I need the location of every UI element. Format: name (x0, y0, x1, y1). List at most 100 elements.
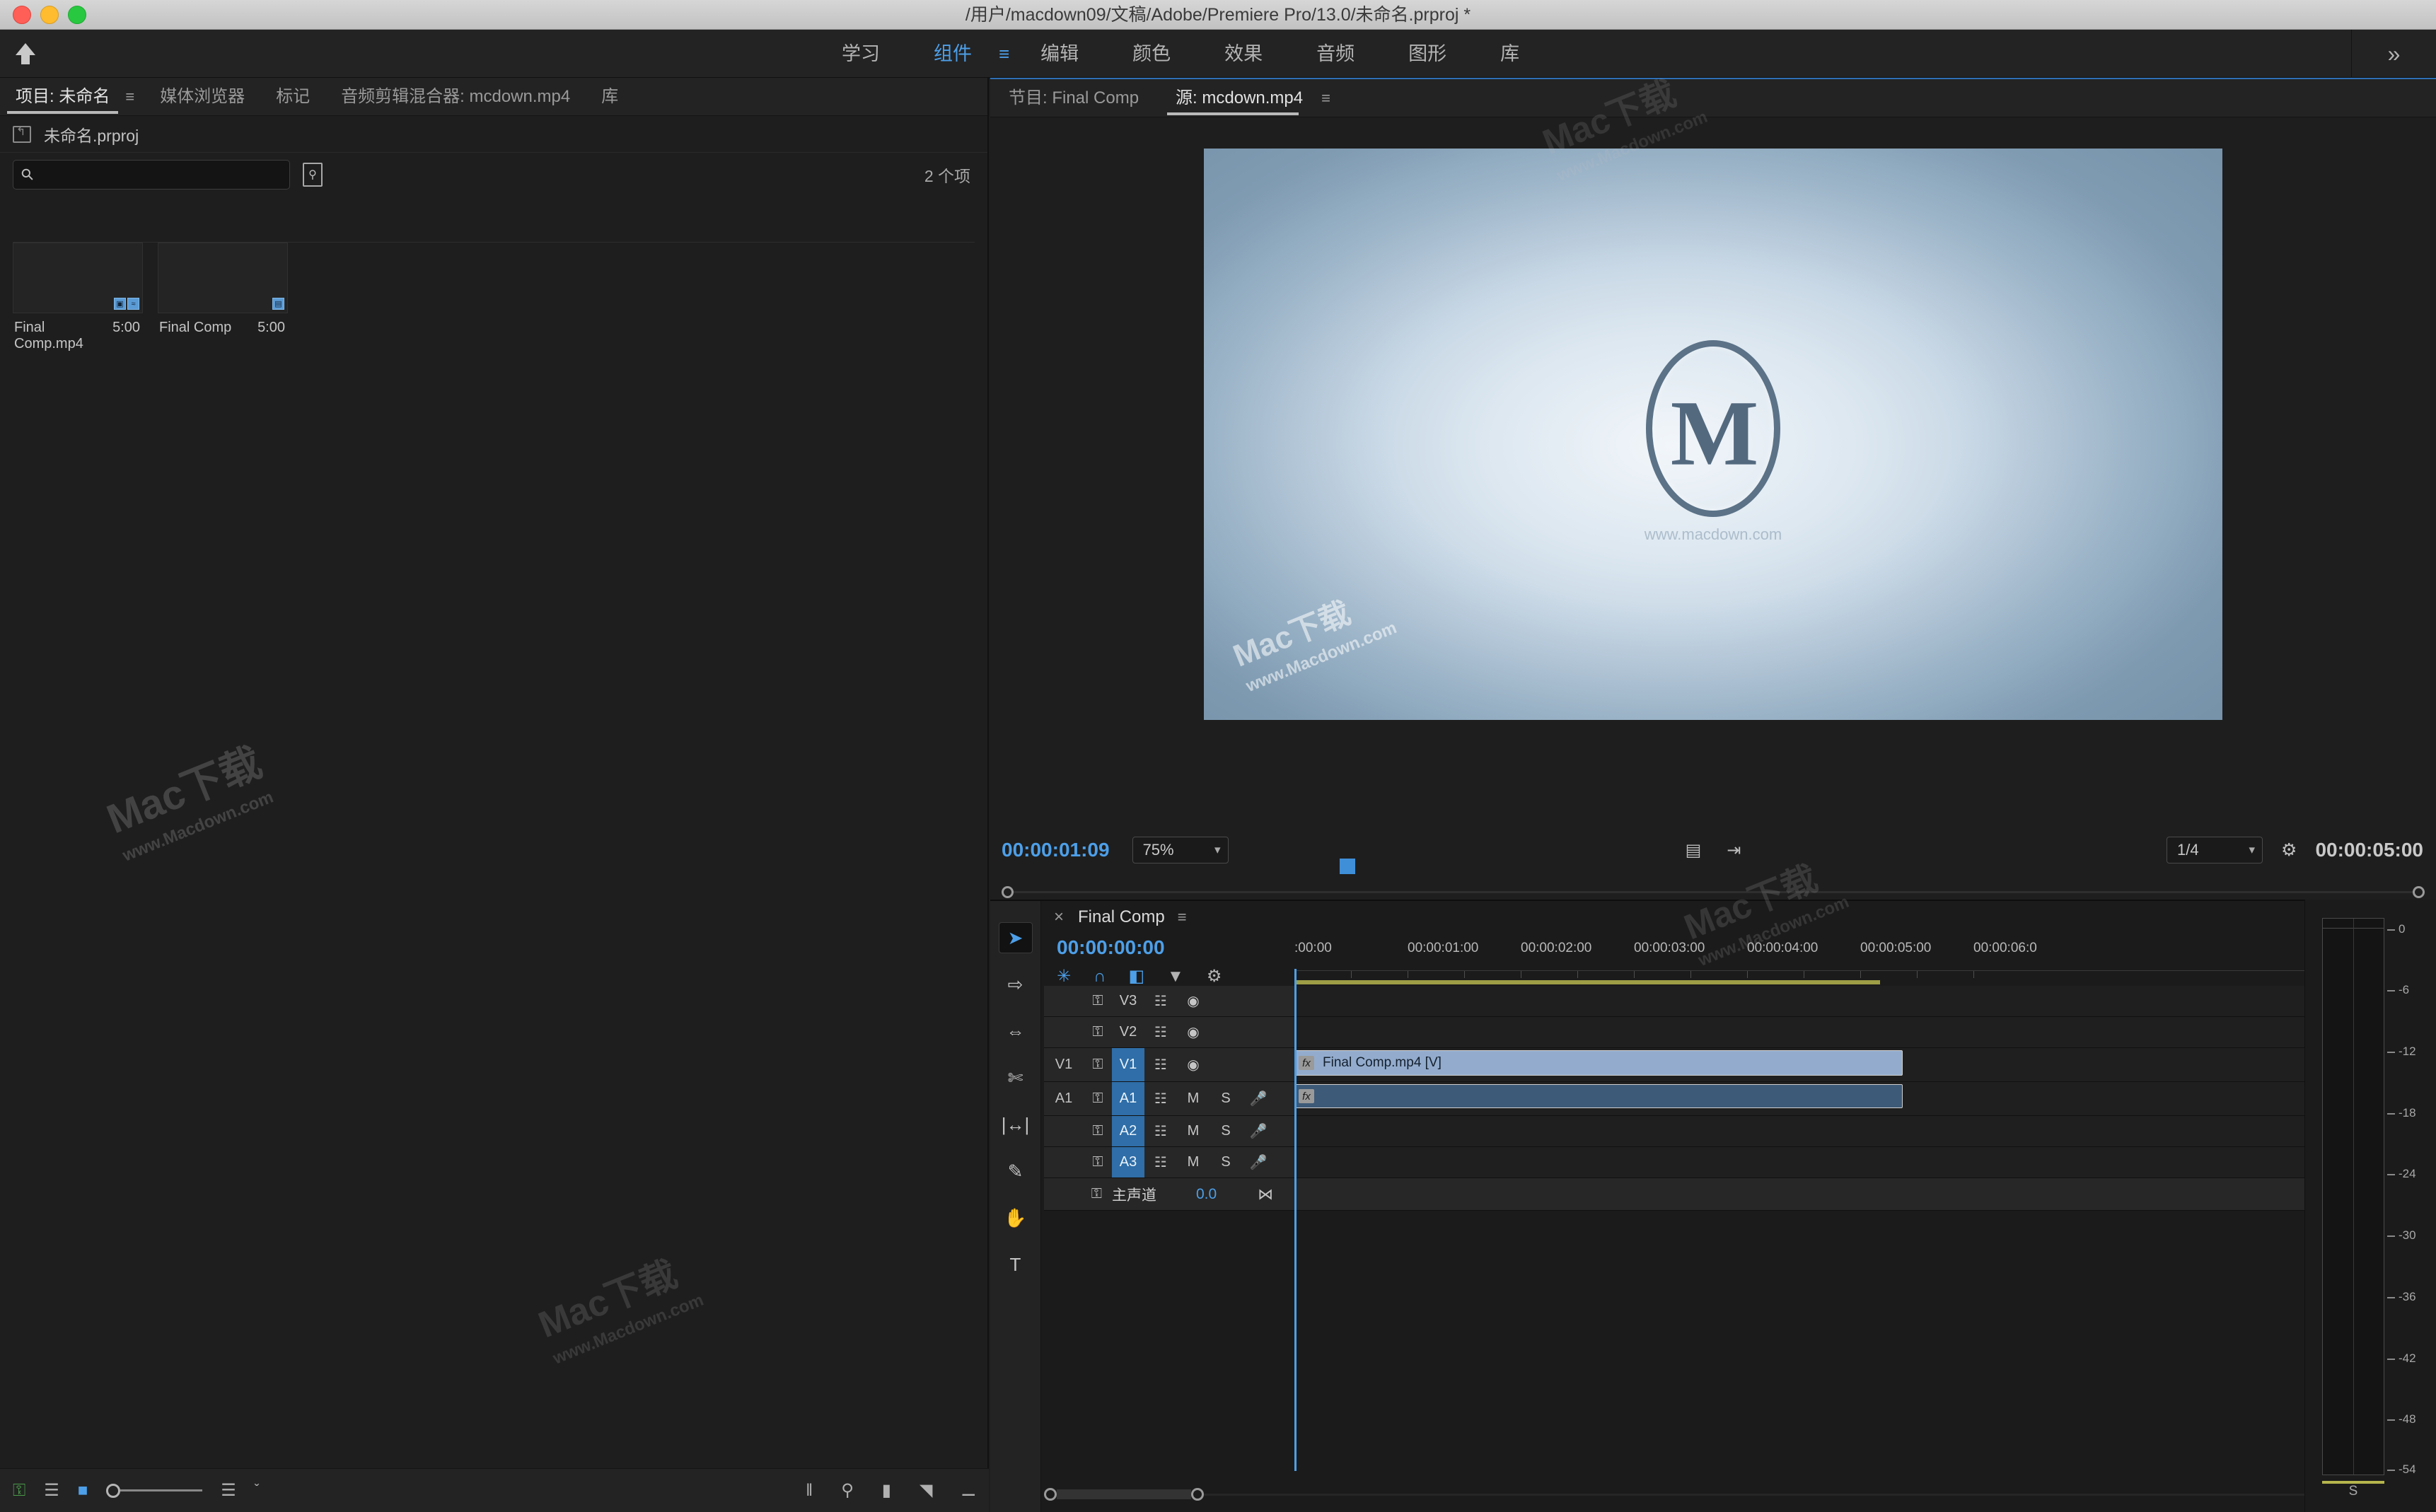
freeform-view-icon[interactable]: ‖ (806, 1481, 813, 1501)
selection-tool[interactable]: ➤ (998, 922, 1033, 953)
hand-tool[interactable]: ✋ (999, 1202, 1033, 1233)
monitor-panel-menu-icon[interactable]: ≡ (1321, 89, 1340, 107)
fast-forward-icon[interactable]: ⇥ (1727, 840, 1741, 861)
track-visibility-icon[interactable]: ◉ (1177, 1056, 1210, 1074)
find-icon[interactable]: ⚲ (303, 163, 323, 187)
track-lane-v1[interactable]: fx Final Comp.mp4 [V] (1294, 1048, 2304, 1081)
tab-project[interactable]: 项目: 未命名 (0, 78, 125, 116)
sync-lock-icon[interactable]: ☷ (1144, 1056, 1177, 1074)
track-name-v2[interactable]: V2 (1112, 1017, 1144, 1047)
track-name-v3[interactable]: V3 (1112, 986, 1144, 1016)
pan-icon[interactable]: ⋈ (1258, 1185, 1273, 1204)
more-workspaces-icon[interactable]: » (2351, 30, 2436, 78)
track-select-forward-tool[interactable]: ⇨ (999, 969, 1033, 1000)
mute-button-a3[interactable]: M (1177, 1154, 1210, 1170)
tab-program-monitor[interactable]: 节目: Final Comp (990, 79, 1157, 117)
track-visibility-icon[interactable]: ◉ (1177, 992, 1210, 1010)
microphone-icon[interactable]: 🎤 (1242, 1122, 1275, 1140)
resolution-select[interactable]: 1/4 ▾ (2167, 837, 2263, 863)
search-input[interactable] (39, 166, 273, 183)
scrollbar-left-handle[interactable] (1002, 885, 1014, 898)
type-tool[interactable]: T (999, 1249, 1033, 1280)
monitor-scrub-ruler[interactable] (990, 859, 2436, 878)
track-lane-v2[interactable] (1294, 1017, 2304, 1047)
new-bin-icon[interactable]: ▮ (882, 1480, 891, 1501)
zoom-slider-track[interactable] (120, 1489, 203, 1491)
lock-icon[interactable]: ⚿ (1084, 1057, 1112, 1073)
sync-lock-icon[interactable]: ☷ (1144, 992, 1177, 1010)
workspace-item-audio[interactable]: 音频 (1289, 30, 1381, 78)
timeline-scroll-track[interactable] (1204, 1493, 2304, 1496)
sort-icon[interactable]: ☰ (221, 1480, 236, 1501)
microphone-icon[interactable]: 🎤 (1242, 1090, 1275, 1107)
home-button[interactable] (0, 30, 51, 78)
mute-button-a1[interactable]: M (1177, 1091, 1210, 1107)
zoom-level-select[interactable]: 75% ▾ (1132, 837, 1229, 863)
solo-button-a3[interactable]: S (1210, 1154, 1242, 1170)
find-icon[interactable]: ⚲ (841, 1480, 854, 1501)
lock-icon[interactable]: ⚿ (1044, 1186, 1112, 1202)
workspace-item-learn[interactable]: 学习 (815, 30, 907, 78)
scrollbar-right-handle[interactable] (2413, 885, 2425, 898)
timeline-scroll-right-handle[interactable] (1191, 1488, 1204, 1501)
track-name-a1[interactable]: A1 (1112, 1082, 1144, 1115)
close-icon[interactable]: × (1054, 907, 1064, 927)
thumbnail-zoom-slider[interactable] (106, 1483, 203, 1498)
pen-tool[interactable]: ✎ (999, 1156, 1033, 1187)
track-name-a3[interactable]: A3 (1112, 1147, 1144, 1177)
tab-audio-clip-mixer[interactable]: 音频剪辑混合器: mcdown.mp4 (325, 78, 586, 116)
master-track-row[interactable]: ⚿ 主声道 0.0 ⋈ (1044, 1178, 2304, 1211)
list-item[interactable]: ▤ Final Comp 5:00 (158, 243, 288, 352)
work-area-bar[interactable] (1294, 980, 1880, 984)
tab-media-browser[interactable]: 媒体浏览器 (144, 78, 260, 116)
timeline-settings-icon[interactable]: ⚙ (1207, 966, 1222, 987)
timeline-clip-video[interactable]: fx Final Comp.mp4 [V] (1294, 1050, 1903, 1076)
insert-overwrite-icon[interactable]: ✳ (1057, 966, 1071, 987)
track-row[interactable]: ⚿ V3 ☷ ◉ (1044, 986, 2304, 1017)
playhead-timecode[interactable]: 00:00:01:09 (1002, 839, 1110, 861)
microphone-icon[interactable]: 🎤 (1242, 1153, 1275, 1171)
project-panel-menu-icon[interactable]: ≡ (125, 88, 144, 106)
razor-tool[interactable]: ✄ (999, 1062, 1033, 1093)
lock-icon[interactable]: ⚿ (1084, 1091, 1112, 1107)
project-items-area[interactable]: ▣ ≈ Final Comp.mp4 5:00 ▤ Final Comp 5:0… (13, 242, 975, 1444)
solo-button-a1[interactable]: S (1210, 1091, 1242, 1107)
playhead-marker[interactable] (1340, 859, 1355, 874)
sync-lock-icon[interactable]: ☷ (1144, 1153, 1177, 1171)
timeline-scroll-thumb[interactable] (1057, 1489, 1191, 1499)
sequence-name[interactable]: Final Comp (1078, 907, 1165, 927)
track-lane-a3[interactable] (1294, 1147, 2304, 1177)
search-box[interactable]: ⚲ (13, 160, 290, 190)
lock-icon[interactable]: ⚿ (1084, 1123, 1112, 1139)
track-lane-a2[interactable] (1294, 1116, 2304, 1146)
settings-wrench-icon[interactable]: ⚙ (2281, 839, 2297, 861)
workspace-item-graphics[interactable]: 图形 (1381, 30, 1473, 78)
marker-icon[interactable]: ▼ (1167, 967, 1184, 987)
list-item[interactable]: ▣ ≈ Final Comp.mp4 5:00 (13, 243, 143, 352)
tab-markers[interactable]: 标记 (260, 78, 325, 116)
track-row[interactable]: ⚿ A2 ☷ M S 🎤 (1044, 1116, 2304, 1147)
sort-chevron-icon[interactable]: ˇ (255, 1482, 260, 1499)
master-volume-value[interactable]: 0.0 (1196, 1186, 1217, 1203)
workspace-item-editing[interactable]: 编辑 (1014, 30, 1106, 78)
timeline-timecode[interactable]: 00:00:00:00 (1057, 936, 1165, 959)
scrollbar-track[interactable] (1014, 890, 2413, 893)
timeline-panel-menu-icon[interactable]: ≡ (1178, 908, 1187, 926)
ripple-edit-tool[interactable]: ⇔ (999, 1016, 1033, 1047)
export-frame-settings-icon[interactable]: ▤ (1686, 840, 1702, 861)
zoom-slider-knob[interactable] (106, 1483, 121, 1498)
snap-magnet-icon[interactable]: ∩ (1094, 967, 1106, 987)
workspace-menu-icon[interactable]: ≡ (999, 30, 1014, 78)
sync-lock-icon[interactable]: ☷ (1144, 1090, 1177, 1107)
audio-meter-bars[interactable] (2322, 918, 2384, 1475)
lock-icon[interactable]: ⚿ (1084, 993, 1112, 1009)
slip-tool[interactable]: |↔| (999, 1109, 1033, 1140)
timeline-scroll-left-handle[interactable] (1044, 1488, 1057, 1501)
lock-icon[interactable]: ⚿ (13, 1481, 25, 1501)
icon-view-icon[interactable]: ■ (78, 1481, 88, 1501)
track-name-a2[interactable]: A2 (1112, 1116, 1144, 1146)
delete-icon[interactable]: ⚊ (961, 1480, 976, 1501)
track-visibility-icon[interactable]: ◉ (1177, 1023, 1210, 1041)
track-row[interactable]: A1 ⚿ A1 ☷ M S 🎤 fx (1044, 1082, 2304, 1116)
new-item-icon[interactable]: ◥ (920, 1480, 932, 1501)
